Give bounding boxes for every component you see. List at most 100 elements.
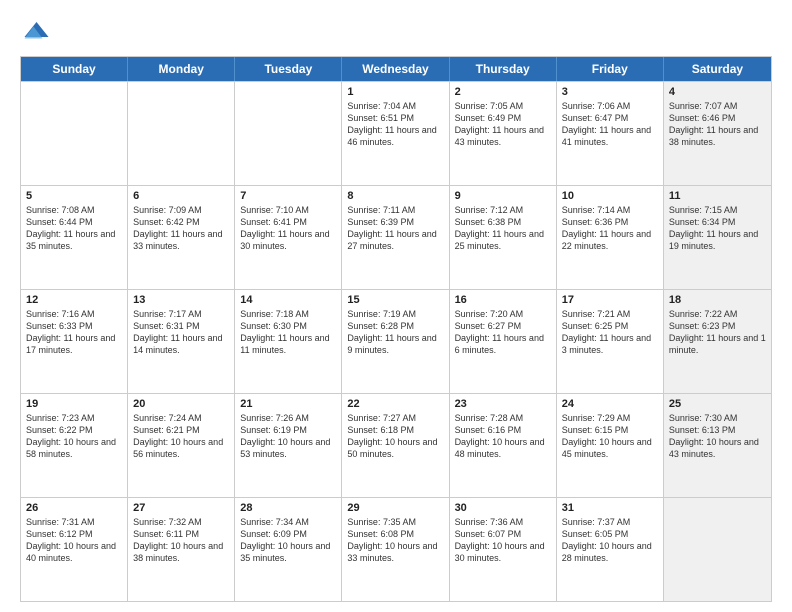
day-number: 25 [669,398,766,410]
cell-text: Sunrise: 7:04 AM Sunset: 6:51 PM Dayligh… [347,100,443,149]
cell-text: Sunrise: 7:28 AM Sunset: 6:16 PM Dayligh… [455,412,551,461]
calendar-cell: 5 Sunrise: 7:08 AM Sunset: 6:44 PM Daylig… [21,186,128,289]
header-day-tuesday: Tuesday [235,57,342,81]
header-day-saturday: Saturday [664,57,771,81]
cell-text: Sunrise: 7:14 AM Sunset: 6:36 PM Dayligh… [562,204,658,253]
cell-text: Sunrise: 7:37 AM Sunset: 6:05 PM Dayligh… [562,516,658,565]
calendar-cell: 13Sunrise: 7:17 AM Sunset: 6:31 PM Dayli… [128,290,235,393]
calendar-cell: 20 Sunrise: 7:24 AM Sunset: 6:21 PM Dayli… [128,394,235,497]
calendar-cell: 31 Sunrise: 7:37 AM Sunset: 6:05 PM Dayli… [557,498,664,601]
calendar-cell: 1 Sunrise: 7:04 AM Sunset: 6:51 PM Daylig… [342,82,449,185]
day-number: 19 [26,398,122,410]
cell-text: Sunrise: 7:32 AM Sunset: 6:11 PM Dayligh… [133,516,229,565]
calendar-cell: 26 Sunrise: 7:31 AM Sunset: 6:12 PM Dayli… [21,498,128,601]
cell-text: Sunrise: 7:10 AM Sunset: 6:41 PM Dayligh… [240,204,336,253]
calendar-cell [128,82,235,185]
cell-text: Sunrise: 7:23 AM Sunset: 6:22 PM Dayligh… [26,412,122,461]
cell-text: Sunrise: 7:05 AM Sunset: 6:49 PM Dayligh… [455,100,551,149]
day-number: 18 [669,294,766,306]
calendar-cell: 16Sunrise: 7:20 AM Sunset: 6:27 PM Dayli… [450,290,557,393]
day-number: 26 [26,502,122,514]
calendar-cell: 9Sunrise: 7:12 AM Sunset: 6:38 PM Daylig… [450,186,557,289]
day-number: 27 [133,502,229,514]
header-day-thursday: Thursday [450,57,557,81]
calendar-cell: 12 Sunrise: 7:16 AM Sunset: 6:33 PM Dayli… [21,290,128,393]
day-number: 12 [26,294,122,306]
cell-text: Sunrise: 7:08 AM Sunset: 6:44 PM Dayligh… [26,204,122,253]
calendar-cell: 3 Sunrise: 7:06 AM Sunset: 6:47 PM Daylig… [557,82,664,185]
day-number: 5 [26,190,122,202]
calendar-cell: 25Sunrise: 7:30 AM Sunset: 6:13 PM Dayli… [664,394,771,497]
cell-text: Sunrise: 7:09 AM Sunset: 6:42 PM Dayligh… [133,204,229,253]
cell-text: Sunrise: 7:15 AM Sunset: 6:34 PM Dayligh… [669,204,766,253]
calendar-cell: 7 Sunrise: 7:10 AM Sunset: 6:41 PM Daylig… [235,186,342,289]
day-number: 10 [562,190,658,202]
cell-text: Sunrise: 7:19 AM Sunset: 6:28 PM Dayligh… [347,308,443,357]
cell-text: Sunrise: 7:24 AM Sunset: 6:21 PM Dayligh… [133,412,229,461]
header-day-sunday: Sunday [21,57,128,81]
calendar-cell [235,82,342,185]
calendar-cell [21,82,128,185]
calendar-cell: 23 Sunrise: 7:28 AM Sunset: 6:16 PM Dayli… [450,394,557,497]
calendar-cell: 22 Sunrise: 7:27 AM Sunset: 6:18 PM Dayli… [342,394,449,497]
calendar-cell: 27 Sunrise: 7:32 AM Sunset: 6:11 PM Dayli… [128,498,235,601]
day-number: 30 [455,502,551,514]
day-number: 29 [347,502,443,514]
calendar-cell: 29 Sunrise: 7:35 AM Sunset: 6:08 PM Dayli… [342,498,449,601]
cell-text: Sunrise: 7:22 AM Sunset: 6:23 PM Dayligh… [669,308,766,357]
day-number: 1 [347,86,443,98]
day-number: 3 [562,86,658,98]
cell-text: Sunrise: 7:06 AM Sunset: 6:47 PM Dayligh… [562,100,658,149]
calendar-cell: 6 Sunrise: 7:09 AM Sunset: 6:42 PM Daylig… [128,186,235,289]
calendar-row: 12 Sunrise: 7:16 AM Sunset: 6:33 PM Dayli… [21,289,771,393]
header [20,16,772,46]
cell-text: Sunrise: 7:36 AM Sunset: 6:07 PM Dayligh… [455,516,551,565]
cell-text: Sunrise: 7:29 AM Sunset: 6:15 PM Dayligh… [562,412,658,461]
calendar-cell: 28 Sunrise: 7:34 AM Sunset: 6:09 PM Dayli… [235,498,342,601]
day-number: 11 [669,190,766,202]
day-number: 8 [347,190,443,202]
calendar-cell: 14 Sunrise: 7:18 AM Sunset: 6:30 PM Dayli… [235,290,342,393]
day-number: 17 [562,294,658,306]
day-number: 28 [240,502,336,514]
cell-text: Sunrise: 7:16 AM Sunset: 6:33 PM Dayligh… [26,308,122,357]
header-day-monday: Monday [128,57,235,81]
calendar-header: SundayMondayTuesdayWednesdayThursdayFrid… [21,57,771,81]
day-number: 31 [562,502,658,514]
day-number: 7 [240,190,336,202]
calendar-cell: 10 Sunrise: 7:14 AM Sunset: 6:36 PM Dayli… [557,186,664,289]
logo [20,16,54,46]
day-number: 13 [133,294,229,306]
day-number: 22 [347,398,443,410]
cell-text: Sunrise: 7:34 AM Sunset: 6:09 PM Dayligh… [240,516,336,565]
calendar: SundayMondayTuesdayWednesdayThursdayFrid… [20,56,772,602]
day-number: 20 [133,398,229,410]
cell-text: Sunrise: 7:11 AM Sunset: 6:39 PM Dayligh… [347,204,443,253]
calendar-cell: 30 Sunrise: 7:36 AM Sunset: 6:07 PM Dayli… [450,498,557,601]
calendar-body: 1 Sunrise: 7:04 AM Sunset: 6:51 PM Daylig… [21,81,771,601]
calendar-row: 26 Sunrise: 7:31 AM Sunset: 6:12 PM Dayli… [21,497,771,601]
page: SundayMondayTuesdayWednesdayThursdayFrid… [0,0,792,612]
calendar-cell [664,498,771,601]
day-number: 21 [240,398,336,410]
cell-text: Sunrise: 7:20 AM Sunset: 6:27 PM Dayligh… [455,308,551,357]
calendar-cell: 4Sunrise: 7:07 AM Sunset: 6:46 PM Daylig… [664,82,771,185]
calendar-cell: 18 Sunrise: 7:22 AM Sunset: 6:23 PM Dayli… [664,290,771,393]
calendar-cell: 19 Sunrise: 7:23 AM Sunset: 6:22 PM Dayli… [21,394,128,497]
calendar-cell: 24 Sunrise: 7:29 AM Sunset: 6:15 PM Dayli… [557,394,664,497]
cell-text: Sunrise: 7:31 AM Sunset: 6:12 PM Dayligh… [26,516,122,565]
cell-text: Sunrise: 7:18 AM Sunset: 6:30 PM Dayligh… [240,308,336,357]
calendar-row: 5 Sunrise: 7:08 AM Sunset: 6:44 PM Daylig… [21,185,771,289]
cell-text: Sunrise: 7:21 AM Sunset: 6:25 PM Dayligh… [562,308,658,357]
header-day-friday: Friday [557,57,664,81]
calendar-cell: 15Sunrise: 7:19 AM Sunset: 6:28 PM Dayli… [342,290,449,393]
cell-text: Sunrise: 7:26 AM Sunset: 6:19 PM Dayligh… [240,412,336,461]
day-number: 14 [240,294,336,306]
day-number: 24 [562,398,658,410]
day-number: 23 [455,398,551,410]
day-number: 2 [455,86,551,98]
cell-text: Sunrise: 7:27 AM Sunset: 6:18 PM Dayligh… [347,412,443,461]
cell-text: Sunrise: 7:07 AM Sunset: 6:46 PM Dayligh… [669,100,766,149]
day-number: 6 [133,190,229,202]
cell-text: Sunrise: 7:35 AM Sunset: 6:08 PM Dayligh… [347,516,443,565]
